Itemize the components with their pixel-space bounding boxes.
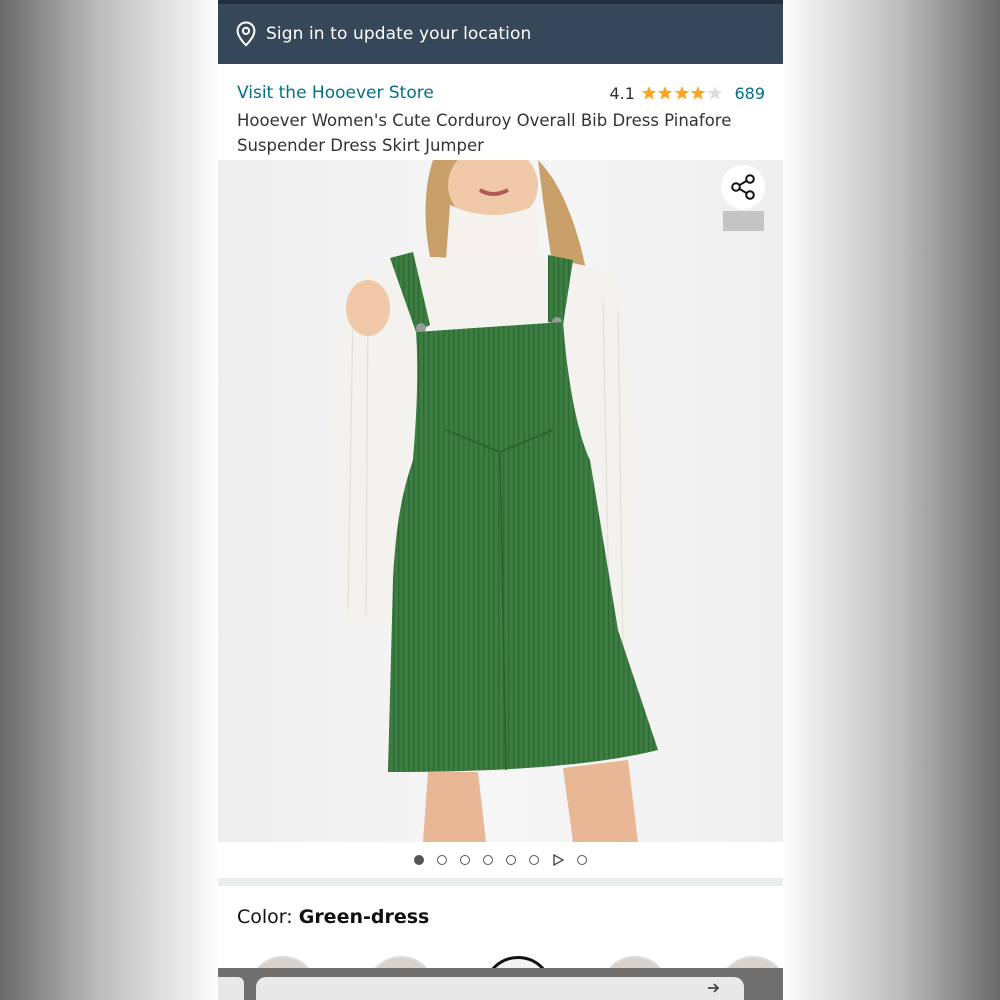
store-link[interactable]: Visit the Hooever Store (237, 83, 434, 103)
forward-arrow-icon (708, 983, 720, 993)
product-photo (218, 160, 783, 842)
color-label: Color: (237, 906, 299, 928)
phone-screen: Sign in to update your location Visit th… (218, 0, 783, 1000)
carousel-dot[interactable] (483, 855, 493, 865)
review-count-link[interactable]: 689 (734, 84, 765, 103)
color-value: Green-dress (298, 906, 430, 928)
star-rating (641, 85, 724, 101)
share-icon (731, 174, 755, 200)
carousel-dot[interactable] (506, 855, 516, 865)
location-pin-icon (236, 21, 256, 47)
browser-address-bar[interactable] (256, 977, 744, 1000)
image-overlay-chip (723, 211, 764, 231)
share-button[interactable] (721, 165, 765, 209)
product-info: Visit the Hooever Store 4.1 689 Hooever … (237, 80, 765, 158)
star-icon (658, 86, 673, 100)
product-image-carousel[interactable] (218, 160, 783, 842)
carousel-dot-active[interactable] (414, 855, 424, 865)
section-divider (218, 878, 783, 886)
star-icon (674, 86, 690, 100)
video-play-icon[interactable] (552, 854, 564, 866)
star-icon (641, 86, 657, 100)
carousel-dot[interactable] (460, 855, 470, 865)
location-bar[interactable]: Sign in to update your location (218, 0, 783, 64)
carousel-dot[interactable] (529, 855, 539, 865)
star-icon (691, 86, 706, 100)
rating-value: 4.1 (609, 83, 635, 103)
carousel-indicators[interactable] (218, 842, 783, 878)
product-title: Hooever Women's Cute Corduroy Overall Bi… (237, 111, 732, 155)
location-prompt-text: Sign in to update your location (266, 24, 532, 44)
carousel-dot[interactable] (577, 855, 587, 865)
color-selection: Color: Green-dress (237, 906, 429, 928)
star-icon (707, 86, 723, 100)
carousel-dot[interactable] (437, 855, 447, 865)
rating-summary[interactable]: 4.1 689 (610, 84, 766, 103)
browser-tab-button[interactable] (218, 977, 244, 1000)
